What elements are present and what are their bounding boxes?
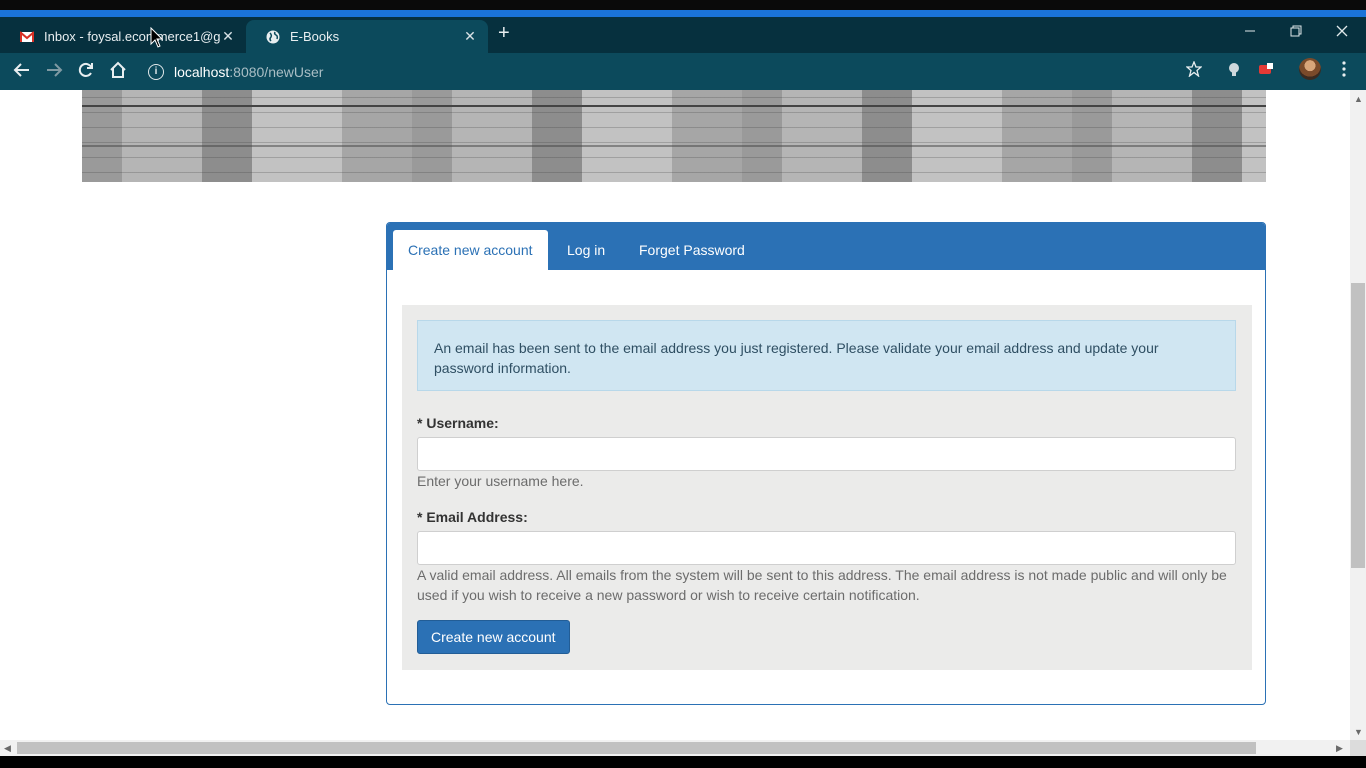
minimize-icon[interactable] <box>1244 24 1256 40</box>
top-accent <box>0 10 1366 17</box>
address-bar[interactable]: i localhost:8080/newUser <box>148 61 323 83</box>
email-label: * Email Address: <box>417 509 528 525</box>
email-help-text: A valid email address. All emails from t… <box>417 567 1227 603</box>
browser-tab-strip: Inbox - foysal.ecommerce1@gm ✕ E-Books ✕ <box>0 17 1366 53</box>
bottom-frame <box>0 756 1366 768</box>
close-tab-icon[interactable]: ✕ <box>220 28 236 45</box>
scroll-right-icon[interactable]: ▶ <box>1336 743 1343 753</box>
browser-tab-inbox[interactable]: Inbox - foysal.ecommerce1@gm ✕ <box>0 20 246 53</box>
email-input[interactable] <box>417 531 1236 565</box>
plank-line <box>82 145 1266 147</box>
site-info-icon[interactable]: i <box>148 64 164 80</box>
username-label: * Username: <box>417 415 499 431</box>
username-help-text: Enter your username here. <box>417 473 584 489</box>
account-card: Create new account Log in Forget Passwor… <box>386 222 1266 705</box>
wood-banner-image <box>82 90 1266 182</box>
info-alert: An email has been sent to the email addr… <box>417 320 1236 391</box>
extension-red-icon[interactable] <box>1256 61 1276 81</box>
extension-icon[interactable] <box>1224 61 1244 81</box>
browser-tab-ebooks[interactable]: E-Books ✕ <box>246 20 488 53</box>
tab-log-in[interactable]: Log in <box>552 230 620 270</box>
horizontal-scroll-thumb[interactable] <box>17 742 1256 754</box>
close-tab-icon[interactable]: ✕ <box>462 28 478 45</box>
tab-forget-password[interactable]: Forget Password <box>624 230 760 270</box>
menu-kebab-icon[interactable] <box>1334 61 1354 81</box>
close-window-icon[interactable] <box>1336 24 1348 40</box>
username-input[interactable] <box>417 437 1236 471</box>
create-account-button[interactable]: Create new account <box>417 620 570 654</box>
account-tabs: Create new account Log in Forget Passwor… <box>387 223 1265 270</box>
bookmark-star-icon[interactable] <box>1184 60 1204 81</box>
forward-icon[interactable] <box>44 61 64 81</box>
browser-toolbar: i localhost:8080/newUser <box>0 53 1366 90</box>
new-tab-button[interactable]: + <box>498 23 510 43</box>
url-path: :8080/newUser <box>229 64 324 80</box>
top-frame <box>0 0 1366 10</box>
globe-icon <box>266 30 280 43</box>
plank-line <box>82 105 1266 107</box>
back-icon[interactable] <box>12 61 32 81</box>
scroll-down-icon[interactable]: ▼ <box>1354 727 1363 737</box>
reload-icon[interactable] <box>76 61 96 81</box>
scrollbar-corner <box>1350 740 1366 756</box>
tab-create-account[interactable]: Create new account <box>393 230 548 270</box>
url-host: localhost <box>174 64 230 80</box>
scroll-up-icon[interactable]: ▲ <box>1354 94 1363 104</box>
page-viewport: Create new account Log in Forget Passwor… <box>0 90 1350 740</box>
restore-icon[interactable] <box>1290 24 1302 40</box>
browser-tab-title: E-Books <box>290 29 340 44</box>
scroll-left-icon[interactable]: ◀ <box>4 743 11 753</box>
browser-tab-title: Inbox - foysal.ecommerce1@gm <box>44 29 220 44</box>
profile-avatar[interactable] <box>1299 58 1321 80</box>
vertical-scroll-thumb[interactable] <box>1351 283 1365 568</box>
create-account-form: An email has been sent to the email addr… <box>402 305 1252 670</box>
home-icon[interactable] <box>108 61 128 81</box>
gmail-icon <box>20 30 34 42</box>
